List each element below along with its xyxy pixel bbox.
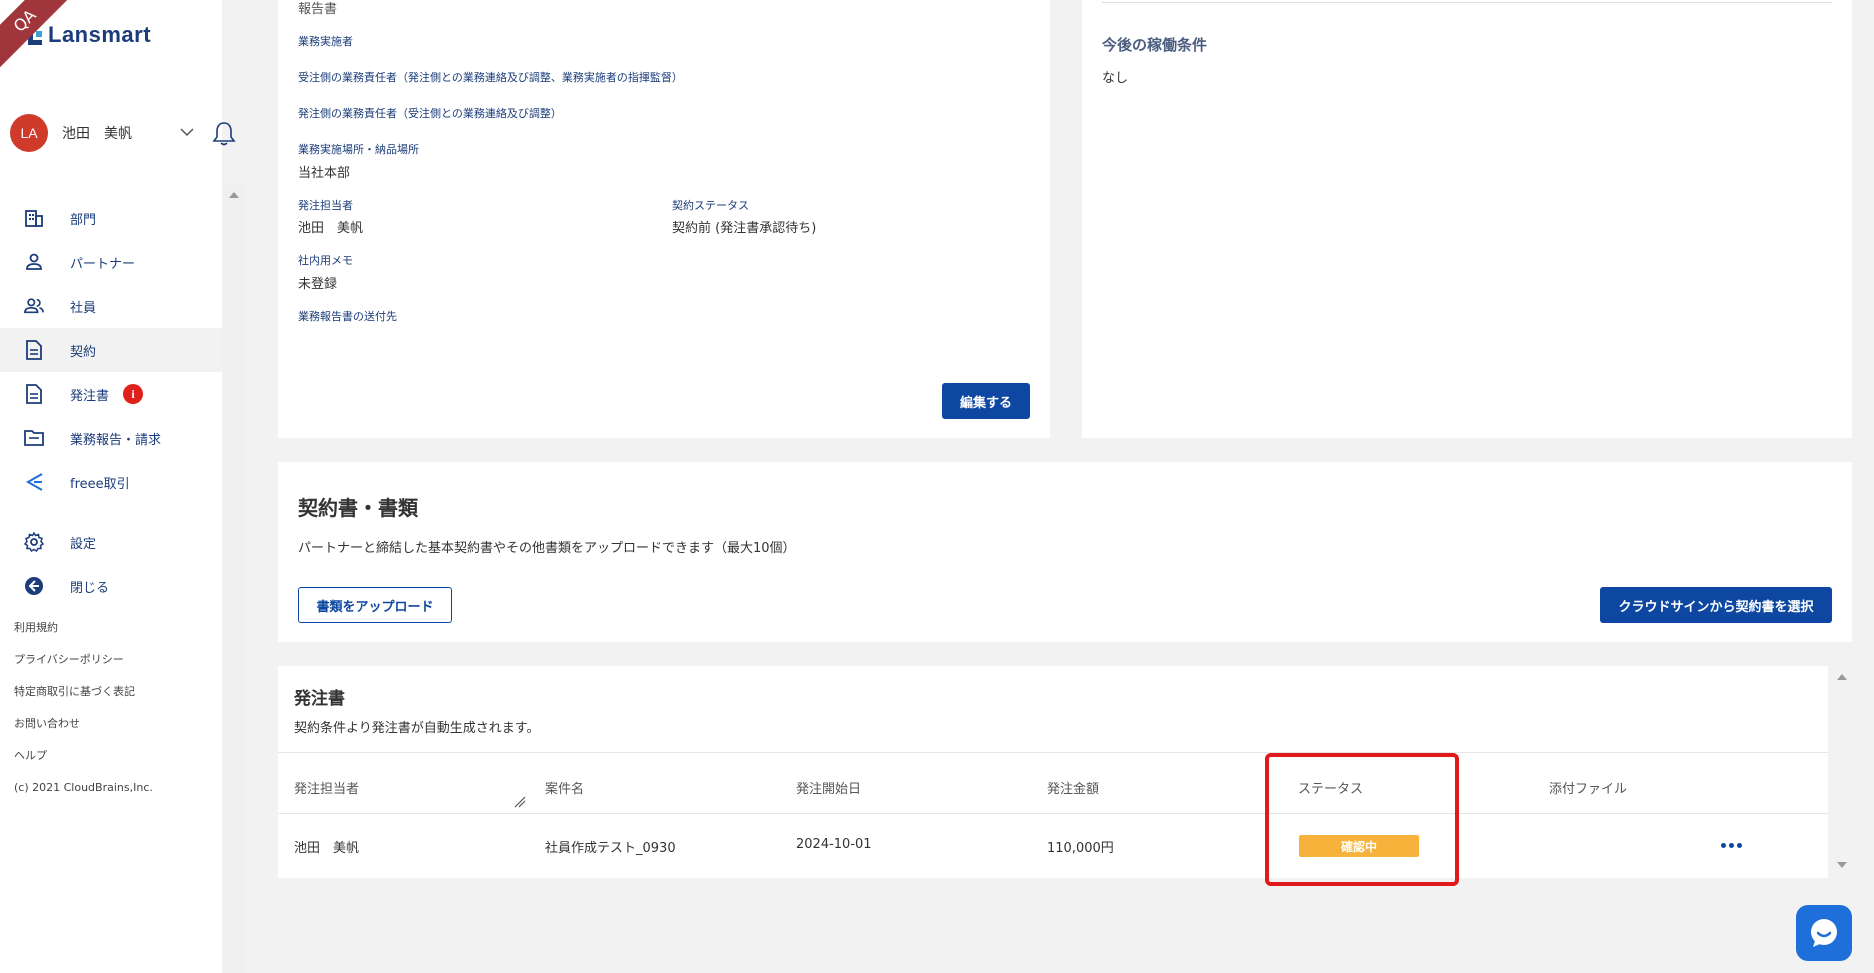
field-label: 業務実施者	[298, 35, 353, 48]
notification-badge: i	[123, 384, 144, 404]
sidebar-item-settings[interactable]: 設定	[0, 520, 222, 564]
scroll-up-arrow-icon[interactable]	[229, 192, 239, 198]
freee-icon	[24, 472, 44, 492]
sidebar-item-purchase-orders[interactable]: 発注書 i	[0, 372, 222, 416]
person-icon	[24, 252, 44, 272]
sidebar-item-label: パートナー	[70, 256, 136, 272]
row-amount: 110,000円	[1047, 841, 1114, 856]
purchase-orders-card: 発注書 契約条件より発注書が自動生成されます。 発注担当者 案件名 発注開始日 …	[278, 666, 1828, 878]
column-header-attachments[interactable]: 添付ファイル	[1549, 778, 1627, 797]
sidebar-item-partners[interactable]: パートナー	[0, 240, 222, 284]
future-conditions-title: 今後の稼働条件	[1102, 36, 1208, 54]
documents-title: 契約書・書類	[298, 496, 418, 520]
owner-label: 発注担当者	[298, 199, 353, 212]
cloudsign-select-button[interactable]: クラウドサインから契約書を選択	[1600, 587, 1832, 623]
copyright: (c) 2021 CloudBrains,Inc.	[14, 781, 153, 794]
sidebar-item-label: 社員	[70, 300, 97, 316]
people-icon	[24, 296, 44, 316]
sidebar: Lansmart LA 池田 美帆 部門 パートナー 社員 契約 発注書 i 業…	[0, 0, 236, 973]
report-destination-label: 業務報告書の送付先	[298, 310, 397, 323]
memo-label: 社内用メモ	[298, 254, 353, 267]
user-menu[interactable]: LA 池田 美帆	[10, 113, 236, 153]
future-conditions-value: なし	[1102, 71, 1129, 86]
commerce-law-link[interactable]: 特定商取引に基づく表記	[14, 684, 153, 716]
sidebar-item-label: freee取引	[70, 476, 130, 492]
row-start-date: 2024-10-01	[796, 837, 872, 852]
more-options-icon[interactable]	[1721, 843, 1742, 848]
column-header-amount[interactable]: 発注金額	[1047, 778, 1099, 797]
chevron-down-icon[interactable]	[180, 125, 194, 139]
field-label: 業務実施場所・納品場所	[298, 143, 419, 156]
column-header-start-date[interactable]: 発注開始日	[796, 778, 861, 797]
privacy-link[interactable]: プライバシーポリシー	[14, 652, 153, 684]
column-header-owner[interactable]: 発注担当者	[294, 778, 359, 797]
field-label: 発注側の業務責任者（受注側との業務連絡及び調整）	[298, 107, 562, 120]
footer-links: 利用規約 プライバシーポリシー 特定商取引に基づく表記 お問い合わせ ヘルプ (…	[14, 620, 153, 812]
documents-description: パートナーと締結した基本契約書やその他書類をアップロードできます（最大10個）	[298, 541, 796, 556]
field-value: 当社本部	[298, 166, 351, 181]
documents-card: 契約書・書類 パートナーと締結した基本契約書やその他書類をアップロードできます（…	[278, 462, 1852, 642]
field-label: 受注側の業務責任者（発注側との業務連絡及び調整、業務実施者の指揮監督）	[298, 71, 683, 84]
building-icon	[24, 208, 44, 228]
table-divider	[278, 752, 1828, 753]
sidebar-item-label: 業務報告・請求	[70, 432, 162, 448]
row-project: 社員作成テスト_0930	[545, 841, 676, 856]
sidebar-item-label: 閉じる	[70, 580, 110, 596]
contract-detail-card: 報告書 業務実施者 受注側の業務責任者（発注側との業務連絡及び調整、業務実施者の…	[278, 0, 1050, 438]
document-icon	[24, 340, 44, 360]
row-owner: 池田 美帆	[294, 841, 360, 856]
document-icon	[24, 384, 44, 404]
back-arrow-icon	[24, 576, 44, 596]
edit-button[interactable]: 編集する	[942, 383, 1030, 419]
logo[interactable]: Lansmart	[28, 22, 151, 48]
contract-status-value: 契約前 (発注書承認待ち)	[672, 221, 817, 236]
contact-link[interactable]: お問い合わせ	[14, 716, 153, 748]
sidebar-item-label: 発注書	[70, 388, 110, 404]
logo-text: Lansmart	[48, 22, 152, 47]
future-conditions-card: 今後の稼働条件 なし	[1082, 0, 1852, 438]
help-link[interactable]: ヘルプ	[14, 748, 153, 780]
sidebar-item-label: 設定	[70, 536, 97, 552]
sidebar-item-label: 部門	[70, 212, 97, 228]
column-header-project[interactable]: 案件名	[545, 778, 584, 797]
sidebar-item-label: 契約	[70, 344, 97, 360]
bell-icon[interactable]	[212, 121, 236, 147]
contract-status-label: 契約ステータス	[672, 199, 749, 212]
table-divider	[278, 813, 1828, 814]
upload-documents-button[interactable]: 書類をアップロード	[298, 587, 452, 623]
purchase-orders-description: 契約条件より発注書が自動生成されます。	[294, 721, 540, 736]
folder-icon	[24, 428, 44, 448]
sidebar-item-freee[interactable]: freee取引	[0, 460, 222, 504]
sidebar-item-departments[interactable]: 部門	[0, 196, 222, 240]
column-resize-icon[interactable]	[514, 796, 526, 808]
user-name: 池田 美帆	[62, 126, 132, 142]
purchase-orders-title: 発注書	[294, 689, 345, 709]
report-label: 報告書	[298, 2, 338, 17]
sidebar-item-close[interactable]: 閉じる	[0, 564, 222, 608]
terms-link[interactable]: 利用規約	[14, 620, 153, 652]
avatar: LA	[10, 114, 48, 152]
sidebar-item-reports-billing[interactable]: 業務報告・請求	[0, 416, 222, 460]
sidebar-nav: 部門 パートナー 社員 契約 発注書 i 業務報告・請求 freee取引 設定 …	[0, 196, 222, 608]
divider	[1102, 2, 1832, 3]
sidebar-item-contracts[interactable]: 契約	[0, 328, 222, 372]
memo-value: 未登録	[298, 277, 338, 292]
owner-value: 池田 美帆	[298, 221, 364, 236]
scroll-up-arrow-icon[interactable]	[1836, 673, 1848, 681]
status-highlight-box	[1265, 753, 1459, 886]
sidebar-scrollbar[interactable]	[222, 185, 246, 973]
chat-icon	[1811, 919, 1837, 947]
gear-icon	[24, 532, 44, 552]
scroll-down-arrow-icon[interactable]	[1836, 861, 1848, 869]
chat-button[interactable]	[1796, 905, 1852, 961]
sidebar-item-employees[interactable]: 社員	[0, 284, 222, 328]
